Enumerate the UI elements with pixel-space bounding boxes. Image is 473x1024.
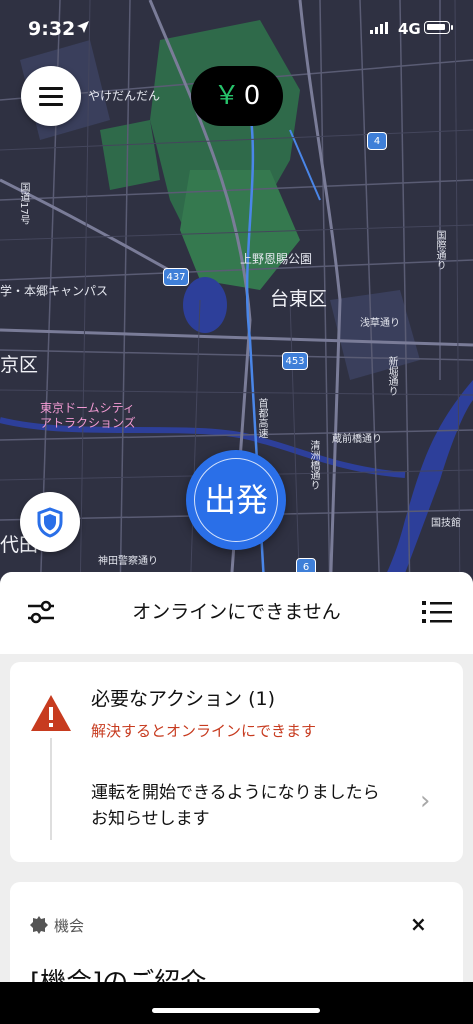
shield-icon xyxy=(37,507,63,538)
network-type: 4G xyxy=(398,20,421,38)
opportunity-tag: 機会 xyxy=(54,917,85,935)
bottom-sheet[interactable]: オンラインにできません 必要なアクション (1) 解決するとオンラインにできます… xyxy=(0,572,473,1024)
action-description: 運転を開始できるようになりましたらお知らせします xyxy=(91,783,380,829)
close-icon[interactable]: × xyxy=(410,912,427,936)
badge-icon xyxy=(30,916,48,934)
map-label-yanesen: やけだんだん xyxy=(88,89,161,103)
status-time: 9:32 xyxy=(28,18,76,40)
home-indicator-area xyxy=(0,982,473,1024)
safety-button[interactable] xyxy=(20,492,80,552)
map-label-hongo: 学・本郷キャンパス xyxy=(0,284,109,298)
timeline-line xyxy=(50,738,52,840)
earnings-amount: 0 xyxy=(243,81,261,111)
list-icon[interactable] xyxy=(422,600,452,624)
map-label-ueno-park: 上野恩賜公園 xyxy=(240,252,313,266)
route-shield-453: 453 xyxy=(282,352,308,370)
map-label-asakusa: 浅草通り xyxy=(360,318,400,329)
route-shield-4: 4 xyxy=(367,132,387,150)
route-shield-437: 437 xyxy=(163,268,189,286)
map-label-kiyosu: 清洲橋通り xyxy=(308,440,319,490)
action-required-card[interactable]: 必要なアクション (1) 解決するとオンラインにできます 運転を開始できるように… xyxy=(10,662,463,862)
map-label-tokyo-dome-2: アトラクションズ xyxy=(40,416,136,430)
chevron-right-icon[interactable]: › xyxy=(420,786,430,816)
currency-symbol: ￥ xyxy=(213,81,240,111)
map-label-bunkyo: 京区 xyxy=(0,354,39,376)
map-label-kuramae: 蔵前橋通り xyxy=(332,434,382,445)
battery-icon xyxy=(424,21,453,34)
signal-icon xyxy=(370,22,388,34)
warning-icon xyxy=(31,695,71,731)
earnings-pill[interactable]: ￥ 0 xyxy=(191,66,283,126)
map-label-shuto: 首都高速 xyxy=(256,398,267,438)
go-online-button[interactable]: 出発 xyxy=(186,450,286,550)
home-indicator[interactable] xyxy=(152,1008,320,1013)
map-label-kanda: 神田警察通り xyxy=(98,556,158,567)
map-label-taito: 台東区 xyxy=(270,288,328,310)
sheet-header: オンラインにできません xyxy=(0,572,473,654)
map-label-kokusai: 国際通り xyxy=(434,230,445,270)
map-label-shinhori: 新堀通り xyxy=(386,356,397,396)
status-bar: 9:32 4G xyxy=(0,0,473,60)
menu-icon xyxy=(39,87,63,90)
online-status-text: オンラインにできません xyxy=(132,601,341,623)
location-arrow-icon xyxy=(77,21,89,33)
go-button-label: 出発 xyxy=(203,481,268,519)
map-label-kokudo17: 国道17号 xyxy=(18,182,29,225)
menu-button[interactable] xyxy=(21,66,81,126)
action-subtitle: 解決するとオンラインにできます xyxy=(91,722,317,740)
map-label-kokugikan: 国技館 xyxy=(431,518,461,529)
action-title: 必要なアクション (1) xyxy=(91,688,276,710)
